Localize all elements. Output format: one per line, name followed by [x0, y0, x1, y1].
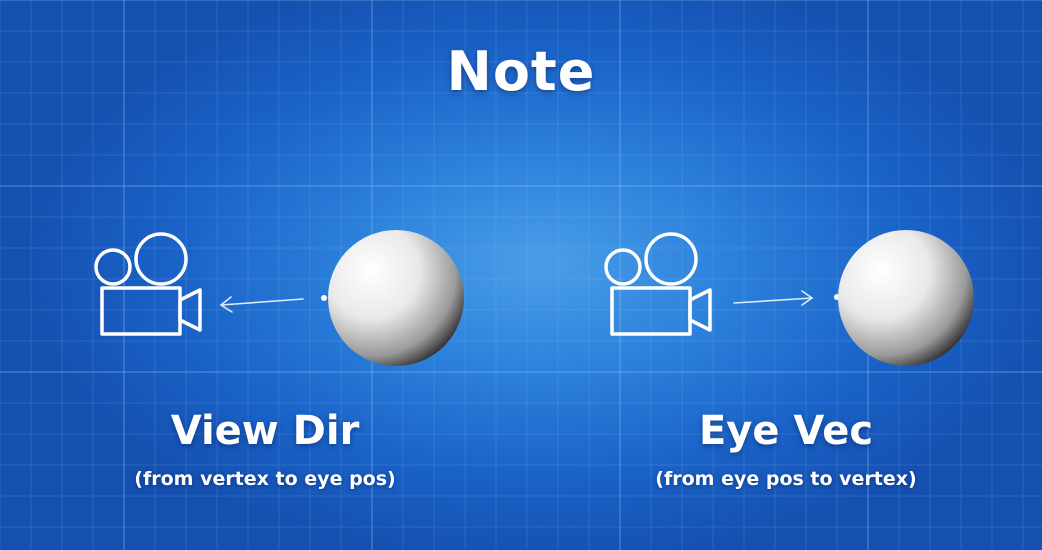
camera-reel-large-icon: [134, 232, 188, 286]
view-dir-label: View Dir: [170, 408, 360, 454]
camera-reel-small-icon: [94, 248, 132, 286]
camera-reel-small-icon: [604, 248, 642, 286]
eye-vec-sublabel: (from eye pos to vertex): [655, 468, 917, 490]
arrow-toward-sphere: [733, 290, 840, 306]
camera-body-icon: [100, 286, 182, 336]
camera-reel-large-icon: [644, 232, 698, 286]
eye-vec-label: Eye Vec: [698, 408, 874, 454]
arrow-toward-camera: [219, 295, 327, 313]
diagram-canvas: Note View Dir (from vertex to eye pos) E…: [0, 0, 1042, 550]
camera-body-icon: [610, 286, 692, 336]
sphere-left: [328, 230, 464, 366]
view-dir-sublabel: (from vertex to eye pos): [134, 468, 396, 490]
camera-left: [94, 232, 202, 336]
camera-lens-icon: [688, 288, 712, 332]
camera-lens-icon: [178, 288, 202, 332]
sphere-right: [838, 230, 974, 366]
page-title: Note: [446, 40, 596, 103]
camera-right: [604, 232, 712, 336]
